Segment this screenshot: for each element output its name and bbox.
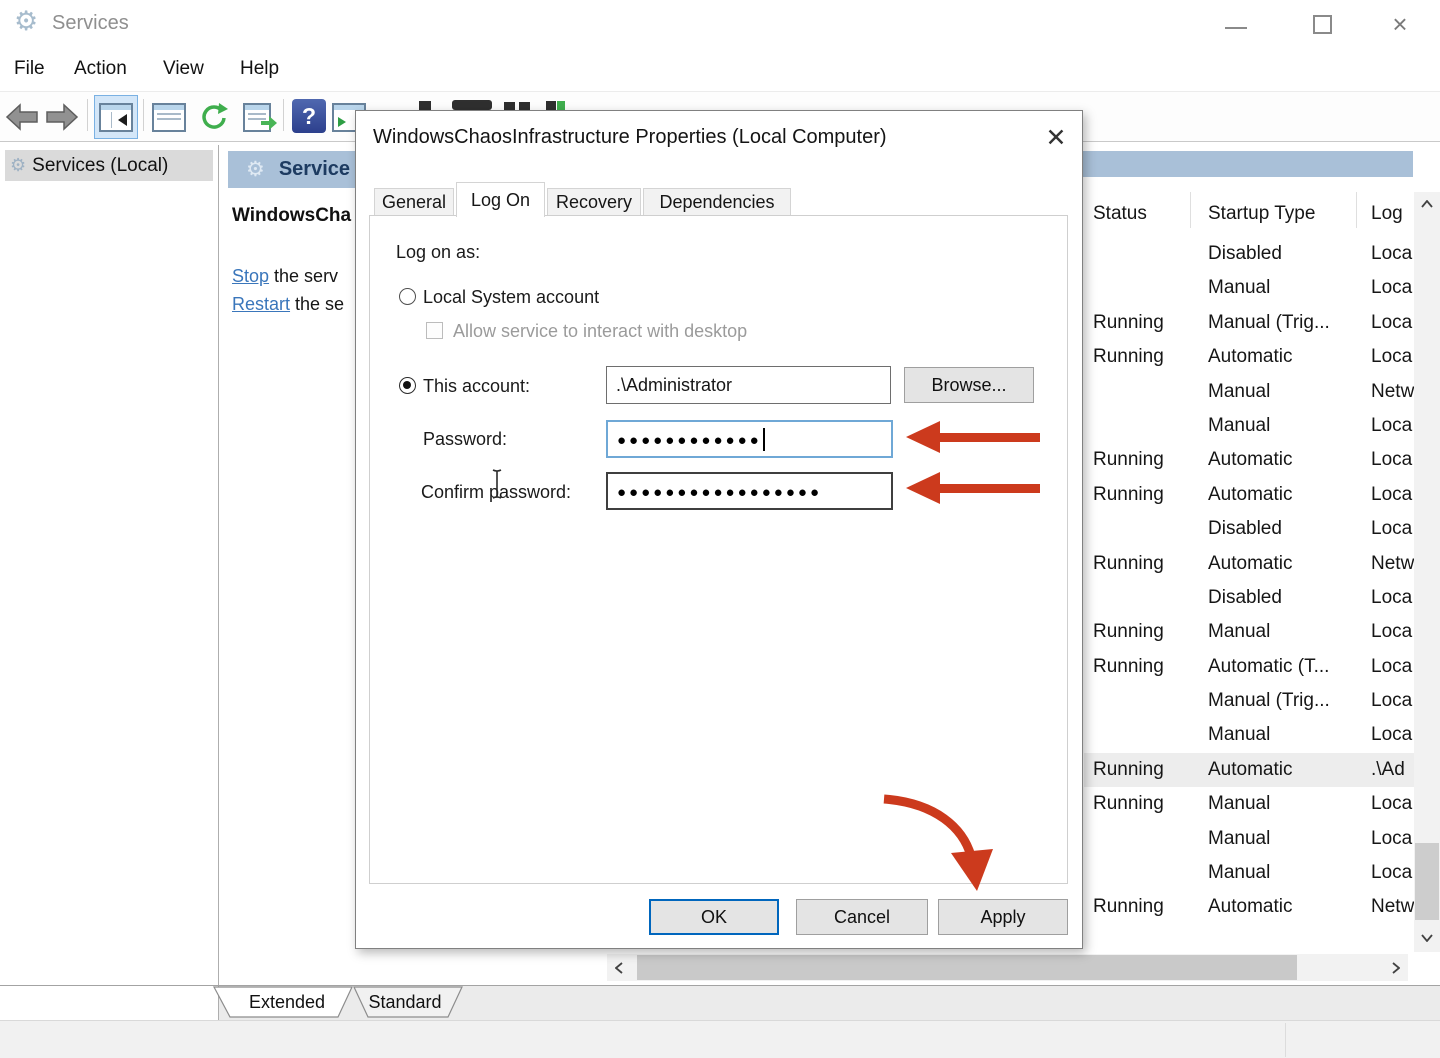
log-on-as-label: Log on as: [396,242,480,263]
service-row[interactable]: RunningAutomaticNetw [1084,547,1414,581]
tab-recovery[interactable]: Recovery [547,188,641,216]
back-icon[interactable] [4,100,40,134]
confirm-password-field-dots: ●●●●●●●●●●●●●●●●● [617,484,822,501]
text-caret [763,428,765,451]
maximize-button[interactable] [1298,0,1346,48]
menu-action[interactable]: Action [74,58,127,80]
window-title: Services [52,12,129,35]
service-row[interactable]: Manual (Trig...Loca [1084,684,1414,718]
scroll-right-icon[interactable] [1384,954,1408,981]
password-field[interactable]: ●●●●●●●●●●●● [606,420,893,458]
password-label: Password: [423,429,507,450]
tab-page [369,215,1068,884]
occluded-icon-fragment [546,101,556,110]
service-row[interactable]: ManualLoca [1084,409,1414,443]
service-row[interactable]: DisabledLoca [1084,237,1414,271]
service-row[interactable]: DisabledLoca [1084,581,1414,615]
horizontal-scrollbar[interactable] [607,954,1408,981]
browse-button[interactable]: Browse... [904,367,1034,403]
selected-service-name: WindowsCha [232,205,353,227]
this-account-label: This account: [423,376,530,397]
stop-service-line: Stop the serv [232,266,354,287]
restart-link[interactable]: Restart [232,294,290,314]
tab-general[interactable]: General [374,188,454,216]
minimize-button[interactable] [1212,0,1260,48]
column-header-status[interactable]: Status [1093,203,1147,225]
occluded-icon-fragment [452,100,492,110]
this-account-radio[interactable] [399,377,416,394]
services-banner-left: ⚙ Service [228,151,357,188]
service-row[interactable]: ManualNetw [1084,375,1414,409]
allow-desktop-checkbox[interactable] [426,322,443,339]
horizontal-scroll-thumb[interactable] [637,955,1297,980]
service-row[interactable]: RunningManualLoca [1084,787,1414,821]
scroll-left-icon[interactable] [607,954,631,981]
restart-service-line: Restart the se [232,294,354,315]
occluded-icon-fragment [504,102,515,110]
tab-standard[interactable]: Standard [362,992,448,1013]
show-hide-console-tree-icon[interactable] [94,95,138,139]
help-glyph: ? [292,99,326,133]
app-gear-icon: ⚙ [14,6,38,37]
service-row[interactable]: RunningAutomaticLoca [1084,443,1414,477]
service-row[interactable]: ManualLoca [1084,271,1414,305]
service-row[interactable]: DisabledLoca [1084,512,1414,546]
service-row[interactable]: ManualLoca [1084,718,1414,752]
services-window: ⚙ Services × File Action View Help [0,0,1440,1058]
service-row[interactable]: ManualLoca [1084,822,1414,856]
service-row[interactable]: RunningAutomaticLoca [1084,478,1414,512]
stop-link[interactable]: Stop [232,266,269,286]
properties-icon[interactable] [151,100,187,134]
tab-log-on[interactable]: Log On [456,182,545,217]
tree-item-services-local[interactable]: ⚙ Services (Local) [5,150,213,181]
ibeam-cursor [490,468,504,500]
service-row[interactable]: RunningAutomaticNetw [1084,890,1414,924]
refresh-icon[interactable] [195,100,231,134]
local-system-radio[interactable] [399,288,416,305]
confirm-password-field[interactable]: ●●●●●●●●●●●●●●●●● [606,472,893,510]
service-row[interactable]: RunningAutomatic (T...Loca [1084,650,1414,684]
column-header-log[interactable]: Log [1371,203,1403,225]
account-field[interactable]: .\Administrator [606,366,891,404]
gear-icon: ⚙ [246,157,265,182]
occluded-icon-fragment [519,102,530,110]
menu-help[interactable]: Help [240,58,279,80]
occluded-icon-fragment [557,101,565,110]
occluded-icon-fragment [419,101,431,110]
service-row[interactable]: RunningAutomaticLoca [1084,340,1414,374]
console-tree-pane: ⚙ Services (Local) [0,145,219,1008]
local-system-label: Local System account [423,287,599,308]
menu-view[interactable]: View [163,58,204,80]
scroll-down-icon[interactable] [1414,926,1440,950]
password-field-dots: ●●●●●●●●●●●● [617,432,762,449]
forward-icon[interactable] [44,100,80,134]
column-header-startup[interactable]: Startup Type [1208,203,1315,225]
service-row[interactable]: RunningManual (Trig...Loca [1084,306,1414,340]
dialog-title: WindowsChaosInfrastructure Properties (L… [373,126,887,149]
tab-dependencies[interactable]: Dependencies [643,188,791,216]
apply-button[interactable]: Apply [938,899,1068,935]
bottom-strip [0,1020,1440,1058]
vertical-scrollbar[interactable] [1414,192,1440,952]
dialog-close-icon[interactable]: ✕ [1039,121,1073,155]
service-row[interactable]: ManualLoca [1084,856,1414,890]
ok-button[interactable]: OK [649,899,779,935]
scroll-up-icon[interactable] [1414,192,1440,216]
allow-desktop-label: Allow service to interact with desktop [453,321,747,342]
service-row[interactable]: RunningAutomatic.\Ad [1084,753,1414,787]
export-list-icon[interactable] [239,100,275,134]
banner-title: Service [279,158,350,181]
tab-extended[interactable]: Extended [244,992,330,1013]
close-button[interactable]: × [1376,0,1424,48]
vertical-scroll-thumb[interactable] [1415,843,1439,920]
service-row[interactable]: RunningManualLoca [1084,615,1414,649]
menu-bar: File Action View Help [0,48,1440,92]
menu-file[interactable]: File [14,58,45,80]
cancel-button[interactable]: Cancel [796,899,928,935]
help-icon[interactable]: ? [291,99,327,133]
gear-icon: ⚙ [10,155,26,176]
properties-dialog: WindowsChaosInfrastructure Properties (L… [355,110,1083,949]
service-rows: DisabledLocaManualLocaRunningManual (Tri… [1084,237,1414,929]
